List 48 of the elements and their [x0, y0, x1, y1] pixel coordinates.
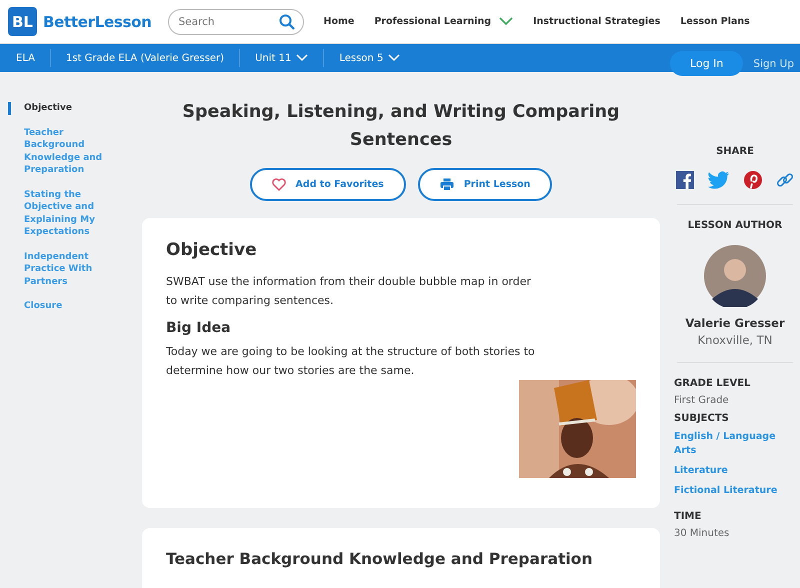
pinterest-icon[interactable] — [744, 171, 762, 189]
sidebar-item[interactable]: Teacher Background Knowledge and Preparation — [8, 126, 126, 176]
nav-link[interactable]: Instructional Strategies — [533, 16, 660, 27]
avatar — [704, 245, 766, 307]
subject-link[interactable]: Fictional Literature — [674, 484, 800, 498]
signup-link[interactable]: Sign Up — [753, 58, 794, 70]
printer-icon — [440, 178, 454, 191]
big-idea-text: Today we are going to be looking at the structure of both stories to determine how our two stories are the same. — [166, 344, 536, 379]
detail-label: SUBJECTS — [674, 413, 730, 424]
chevron-icon — [296, 54, 308, 62]
facebook-icon[interactable] — [676, 171, 694, 189]
heart-icon — [272, 178, 286, 191]
breadcrumb-link[interactable]: Unit 11 — [255, 52, 308, 64]
print-button[interactable]: Print Lesson — [418, 168, 552, 201]
author-location: Knoxville, TN — [698, 333, 772, 347]
objective-text: SWBAT use the information from their double bubble map in order to write comparing sentences. — [166, 274, 532, 309]
nav-link[interactable]: Home — [324, 16, 354, 27]
author-label: LESSON AUTHOR — [688, 220, 782, 231]
sidebar-item[interactable]: Objective — [8, 102, 126, 114]
breadcrumb-link[interactable]: 1st Grade ELA (Valerie Gresser) — [66, 52, 224, 64]
chevron-icon — [388, 54, 400, 62]
detail-label: GRADE LEVEL — [674, 378, 752, 389]
subject-link[interactable]: Literature — [674, 464, 800, 478]
sidebar-item[interactable]: Independent Practice With Partners — [8, 250, 126, 288]
section-heading: Objective — [166, 240, 258, 260]
logo-mark[interactable]: BL — [8, 7, 37, 36]
detail-value: First Grade — [674, 395, 730, 406]
login-button[interactable]: Log In — [670, 51, 744, 76]
breadcrumb-link[interactable]: ELA — [16, 52, 35, 64]
lesson-title: Speaking, Listening, and Writing Comparing Sentences — [181, 101, 621, 152]
favorite-button[interactable]: Add to Favorites — [250, 168, 406, 201]
link-icon[interactable] — [776, 171, 794, 189]
share-label: SHARE — [716, 146, 754, 157]
big-idea-heading: Big Idea — [166, 320, 232, 336]
nav-link[interactable]: Professional Learning — [374, 16, 514, 27]
section-heading: Teacher Background Knowledge and Preparation — [166, 550, 594, 568]
subject-link[interactable]: English / Language Arts — [674, 430, 800, 458]
author-name: Valerie Gresser — [685, 316, 785, 330]
breadcrumb-link[interactable]: Lesson 5 — [339, 52, 400, 64]
detail-label: TIME — [674, 511, 702, 522]
search-icon — [278, 14, 294, 30]
chevron-icon — [499, 17, 514, 26]
logo-text[interactable]: BetterLesson — [43, 12, 152, 30]
nav-link[interactable]: Lesson Plans — [680, 16, 750, 27]
sidebar-item[interactable]: Stating the Objective and Explaining My Expectations — [8, 188, 126, 238]
sidebar-item[interactable]: Closure — [8, 300, 126, 312]
detail-value: 30 Minutes — [674, 528, 730, 539]
search-field[interactable]: Search — [168, 8, 304, 34]
